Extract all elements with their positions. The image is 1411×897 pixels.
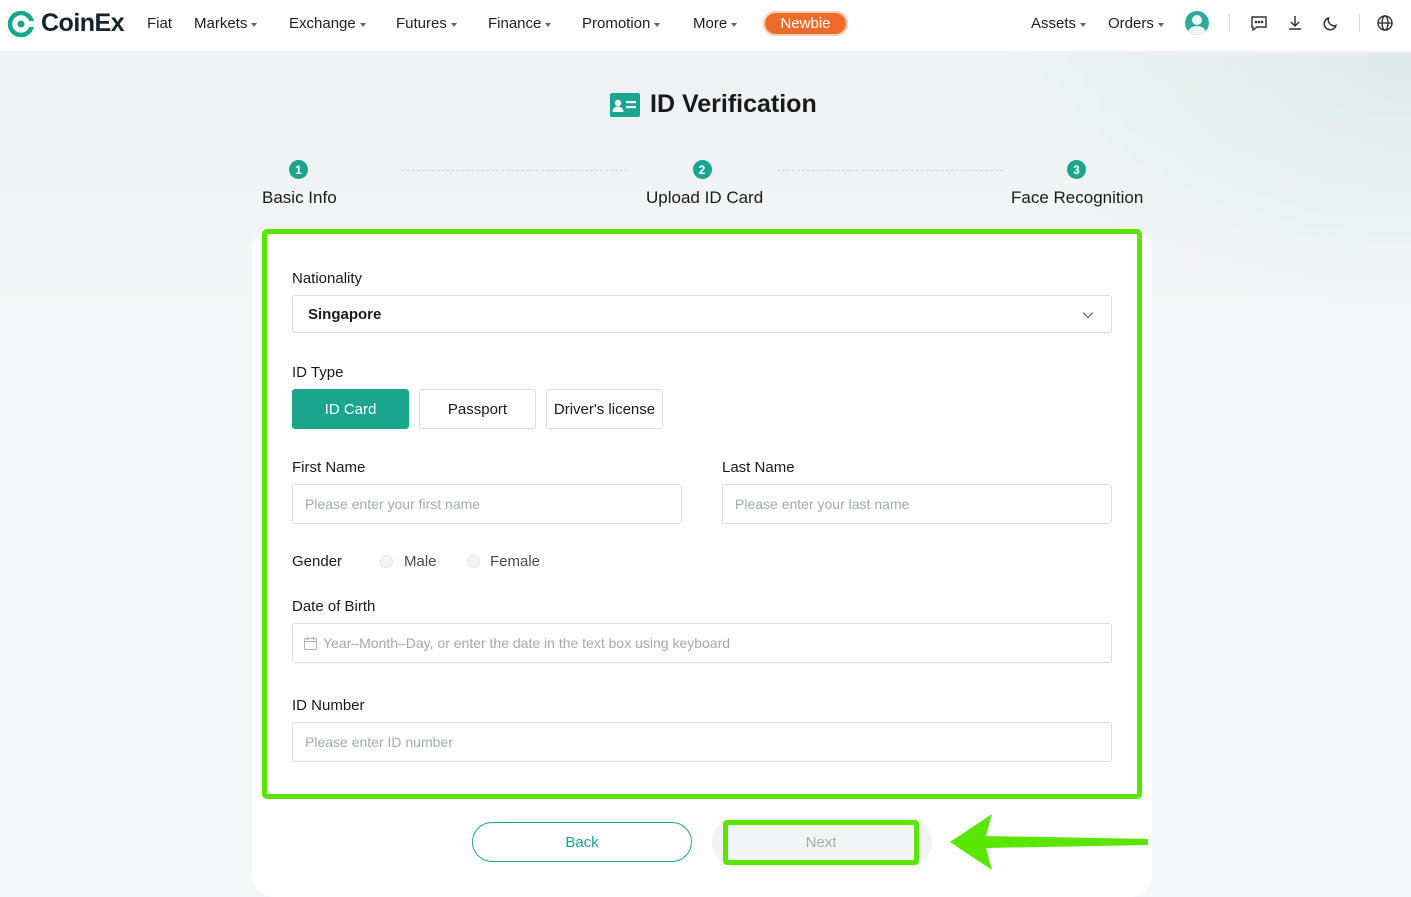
step-basic-info: 1 Basic Info [262,160,337,208]
newbie-button[interactable]: Newbie [763,11,848,36]
top-navigation-bar: CoinEx Fiat Markets Exchange Futures Fin… [0,0,1411,52]
id-card-icon [610,92,640,117]
brand-name: CoinEx [41,9,125,37]
nav-markets[interactable]: Markets [194,15,258,32]
step-number: 2 [692,160,712,179]
chevron-down-icon [545,22,552,27]
page-title-text: ID Verification [650,90,817,118]
chevron-down-icon [450,22,457,27]
nav-exchange-label: Exchange [289,15,356,32]
step-upload-id-card: 2 Upload ID Card [646,160,764,208]
nav-finance-label: Finance [488,15,542,32]
annotation-highlight-box [262,229,1142,799]
nav-exchange[interactable]: Exchange [289,15,366,32]
avatar[interactable] [1185,11,1209,35]
avatar-body [1188,26,1206,35]
nav-more-label: More [693,15,728,32]
step-label: Basic Info [262,188,337,207]
nav-orders-label: Orders [1108,15,1154,32]
nav-orders[interactable]: Orders [1108,15,1164,32]
divider [1359,14,1360,32]
chevron-down-icon [1157,22,1164,27]
divider [1229,14,1230,32]
download-icon[interactable] [1285,13,1305,33]
coinex-logo-icon [7,10,35,37]
nav-markets-label: Markets [194,15,248,32]
nav-more[interactable]: More [693,15,738,32]
step-face-recognition: 3 Face Recognition [1011,160,1144,208]
step-connector [402,170,628,171]
chevron-down-icon [654,22,661,27]
annotation-arrow-icon [950,814,1148,870]
chevron-down-icon [1080,22,1087,27]
dark-mode-icon[interactable] [1321,13,1341,33]
back-button[interactable]: Back [472,822,692,862]
step-label: Face Recognition [1011,188,1144,207]
chevron-down-icon [251,22,258,27]
chevron-down-icon [731,22,738,27]
chevron-down-icon [359,22,366,27]
nav-fiat-label: Fiat [147,15,173,32]
globe-icon[interactable] [1375,13,1395,33]
step-connector [777,170,1003,171]
message-icon[interactable] [1249,13,1269,33]
nav-futures-label: Futures [396,15,447,32]
nav-promotion-label: Promotion [582,15,651,32]
coinex-logo[interactable]: CoinEx [7,9,125,38]
step-label: Upload ID Card [646,188,764,207]
nav-assets-label: Assets [1031,15,1077,32]
nav-finance[interactable]: Finance [488,15,552,32]
step-number: 1 [289,160,308,179]
nav-promotion[interactable]: Promotion [582,15,661,32]
next-button[interactable]: Next [723,820,919,865]
avatar-head [1192,15,1202,25]
step-number: 3 [1067,160,1086,179]
page-title: ID Verification [610,90,817,119]
nav-futures[interactable]: Futures [396,15,457,32]
nav-assets[interactable]: Assets [1031,15,1087,32]
nav-fiat[interactable]: Fiat [147,15,172,32]
